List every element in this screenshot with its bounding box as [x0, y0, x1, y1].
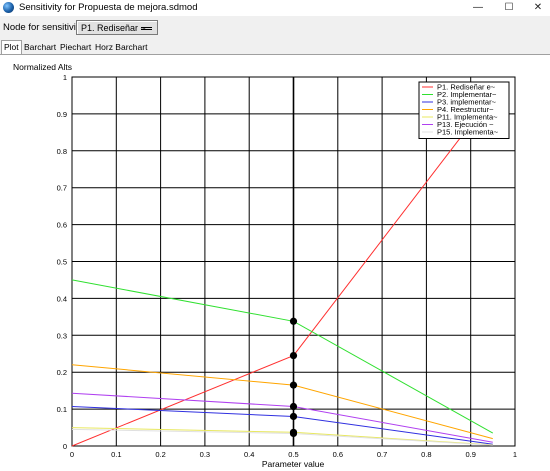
- y-tick-label: 1: [63, 73, 67, 82]
- x-tick-label: 0.1: [111, 450, 121, 459]
- x-tick-label: 0: [70, 450, 74, 459]
- y-tick-label: 0.4: [57, 294, 67, 303]
- sensitivity-chart: Normalized Alts Parameter value 0 0.1 0.2 0…: [13, 62, 517, 469]
- x-tick-label: 0.3: [200, 450, 210, 459]
- x-tick-label: 0.6: [333, 450, 343, 459]
- intersection-point: [289, 429, 298, 438]
- x-axis-label: Parameter value: [262, 459, 325, 469]
- y-tick-label: 0.6: [57, 221, 67, 230]
- intersection-point: [289, 351, 298, 360]
- legend-label: P15. Implementa~: [437, 128, 499, 137]
- x-tick-label: 0.2: [155, 450, 165, 459]
- y-tick-label: 0.1: [57, 405, 67, 414]
- y-tick-label: 0.8: [57, 147, 67, 156]
- intersection-point: [289, 381, 298, 389]
- intersection-point: [289, 412, 298, 421]
- y-tick-label: 0.7: [57, 184, 67, 193]
- intersection-point: [289, 402, 298, 411]
- y-tick-label: 0.5: [57, 258, 67, 267]
- x-tick-label: 0.8: [421, 450, 431, 459]
- x-tick-label: 0.9: [465, 450, 475, 459]
- y-tick-label: 0.9: [57, 110, 67, 119]
- intersection-point: [289, 317, 298, 325]
- x-tick-label: 0.5: [288, 450, 298, 459]
- y-tick-label: 0.2: [57, 368, 67, 377]
- x-tick-label: 0.7: [377, 450, 387, 459]
- y-axis-label: Normalized Alts: [13, 62, 72, 72]
- y-tick-label: 0: [63, 442, 67, 451]
- y-tick-label: 0.3: [57, 331, 67, 340]
- x-tick-label: 1: [513, 450, 517, 459]
- x-tick-label: 0.4: [244, 450, 254, 459]
